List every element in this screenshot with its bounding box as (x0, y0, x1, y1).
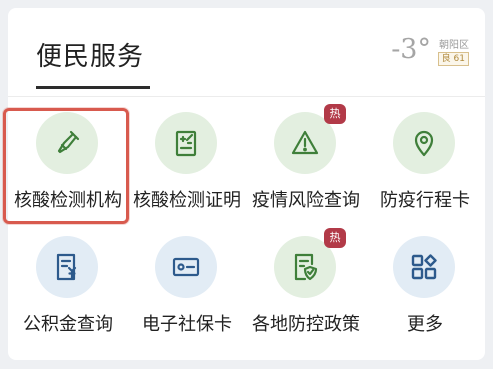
selection-highlight (3, 108, 129, 224)
grid-more-icon (393, 236, 455, 298)
fund-receipt-icon (36, 236, 98, 298)
service-label: 更多 (407, 314, 443, 335)
service-social-security-card[interactable]: 电子社保卡 (127, 236, 247, 346)
temperature: -3° (391, 34, 431, 65)
air-quality-badge: 良 61 (437, 52, 469, 66)
id-card-icon (155, 236, 217, 298)
service-label: 疫情风险查询 (252, 190, 360, 211)
service-label: 防疫行程卡 (380, 190, 470, 211)
title-underline (36, 86, 150, 89)
card-title: 便民服务 (36, 42, 145, 72)
service-label: 公积金查询 (23, 314, 113, 335)
service-epidemic-risk-query[interactable]: 热 疫情风险查询 (246, 104, 366, 222)
certificate-icon (155, 112, 217, 174)
divider (8, 96, 485, 97)
hot-badge: 热 (324, 104, 346, 124)
service-local-prevention-policy[interactable]: 热 各地防控政策 (246, 228, 366, 346)
service-travel-card[interactable]: 防疫行程卡 (365, 112, 485, 222)
service-more[interactable]: 更多 (365, 236, 485, 346)
weather-widget[interactable]: -3° 朝阳区 良 61 (371, 34, 471, 74)
service-label: 各地防控政策 (252, 314, 360, 335)
service-label: 核酸检测证明 (133, 190, 241, 211)
service-label: 电子社保卡 (142, 314, 232, 335)
service-nucleic-test-certificate[interactable]: 核酸检测证明 (127, 112, 247, 222)
service-housing-fund-query[interactable]: 公积金查询 (8, 236, 128, 346)
hot-badge: 热 (324, 228, 346, 248)
district-label: 朝阳区 (439, 40, 469, 51)
location-pin-icon (393, 112, 455, 174)
